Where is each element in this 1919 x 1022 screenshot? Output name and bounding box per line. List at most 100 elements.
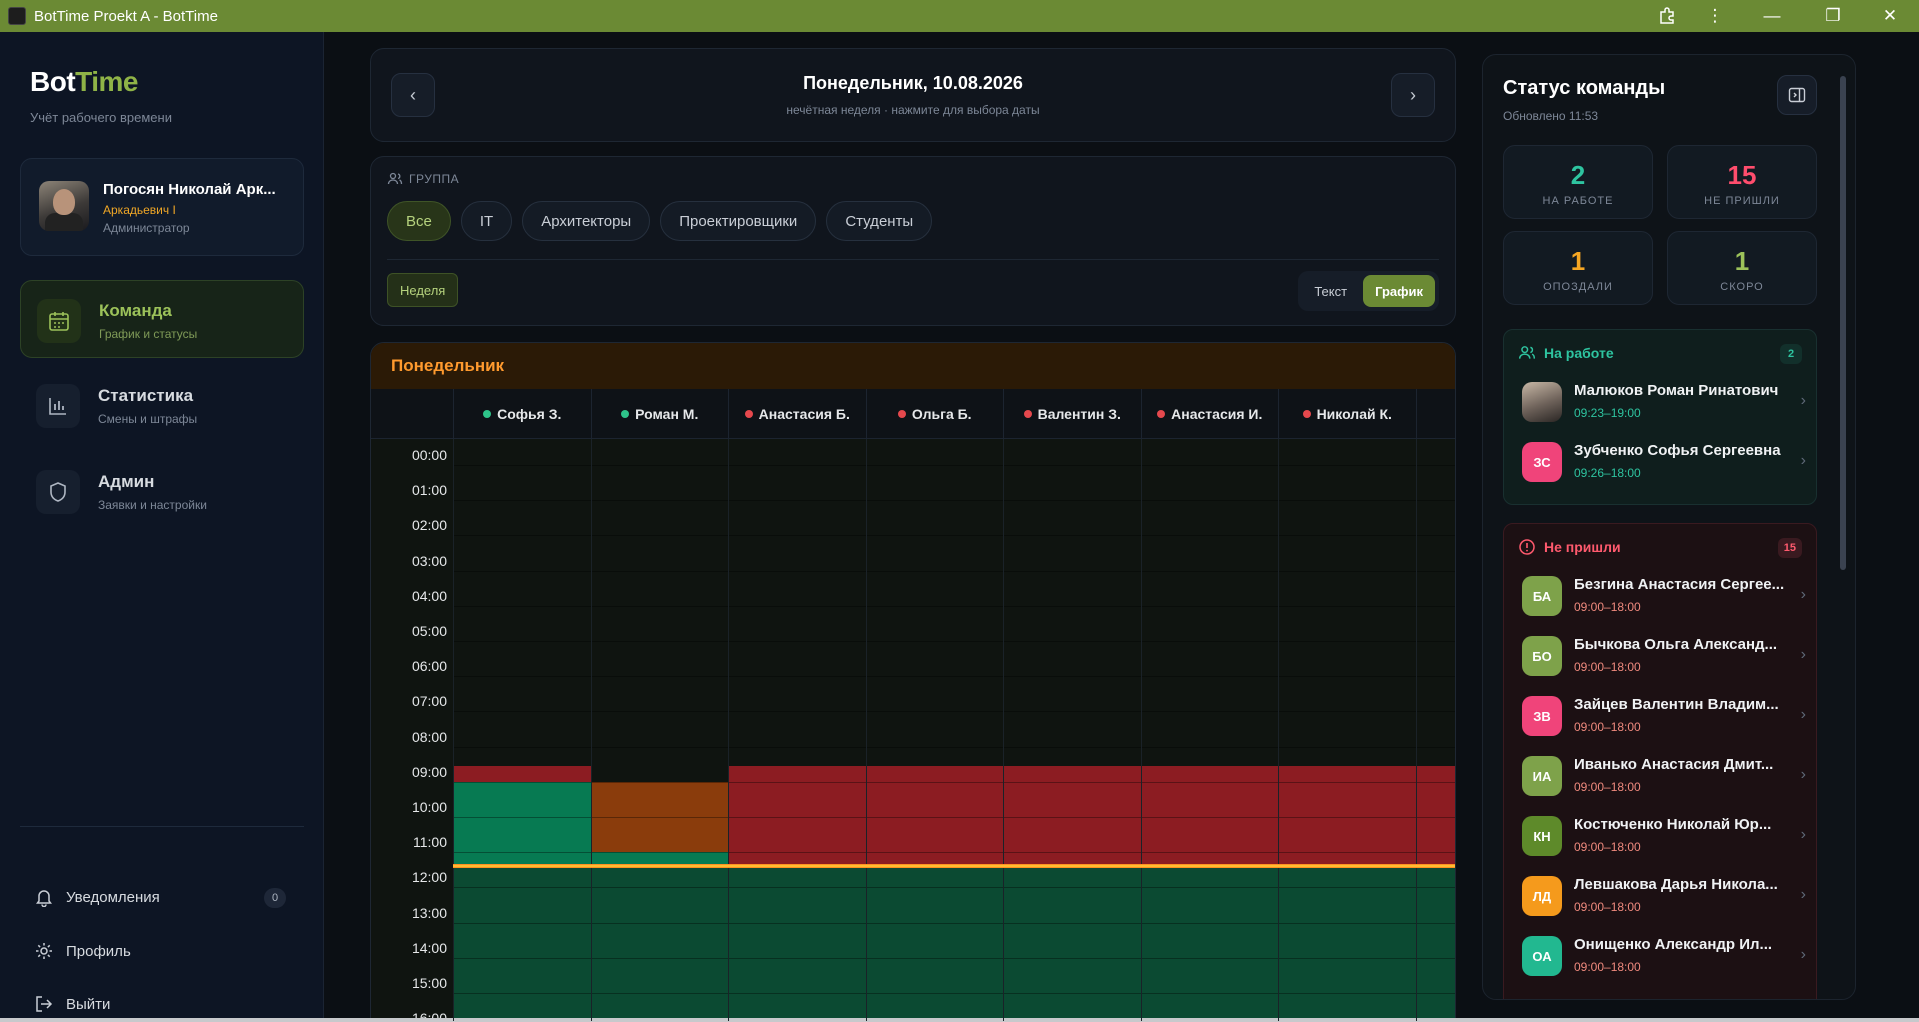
view-text-option[interactable]: Текст <box>1302 275 1359 307</box>
team-member-row[interactable]: БО Бычкова Ольга Александ... 09:00–18:00 › <box>1522 632 1812 680</box>
time-label: 15:00 <box>411 975 447 991</box>
user-role: Администратор <box>103 221 190 235</box>
group-chip-students[interactable]: Студенты <box>826 201 933 241</box>
stat-label: НЕ ПРИШЛИ <box>1704 195 1780 207</box>
group-chip-it[interactable]: IT <box>460 201 513 241</box>
notifications-label: Уведомления <box>66 888 160 906</box>
timeline-grid <box>453 439 1455 1021</box>
employee-column-header[interactable]: Роман М. <box>590 389 729 439</box>
team-member-row[interactable]: ЗВ Зайцев Валентин Владим... 09:00–18:00 › <box>1522 692 1812 740</box>
employee-column-header[interactable]: Ольга Б. <box>865 389 1004 439</box>
stat-number: 15 <box>1727 160 1757 190</box>
team-member-row[interactable]: ЗС Зубченко Софья Сергеевна 09:26–18:00 › <box>1522 438 1812 486</box>
close-button[interactable]: ✕ <box>1861 0 1919 32</box>
absent-count: 15 <box>1777 538 1802 558</box>
grid-hour-line <box>453 641 1455 642</box>
nav-item-statistics[interactable]: Статистика Смены и штрафы <box>20 366 304 444</box>
team-member-row[interactable]: ИА Иванько Анастасия Дмит... 09:00–18:00 › <box>1522 752 1812 800</box>
grid-column-line <box>453 439 454 1021</box>
bell-icon <box>36 890 52 907</box>
employee-name: Роман М. <box>635 406 699 422</box>
shift-block-planned[interactable] <box>865 866 1003 1021</box>
users-icon <box>387 172 403 185</box>
employee-name: Валентин З. <box>1037 406 1121 422</box>
employee-column-header[interactable]: Николай К. <box>1278 389 1416 439</box>
status-dot <box>897 410 906 418</box>
working-count: 2 <box>1780 344 1802 364</box>
team-member-row[interactable]: Малюков Роман Ринатович 09:23–19:00 › <box>1522 378 1812 426</box>
shift-block-planned[interactable] <box>1415 866 1455 1021</box>
next-day-button[interactable]: › <box>1391 73 1435 117</box>
shift-block-worked[interactable] <box>453 781 591 867</box>
chevron-right-icon: › <box>1800 706 1806 723</box>
employee-column-header[interactable]: Анастасия И. <box>1140 389 1279 439</box>
app-icon <box>8 7 26 25</box>
logout-link[interactable]: Выйти <box>34 989 110 1019</box>
chevron-right-icon: › <box>1800 826 1806 843</box>
time-label: 01:00 <box>411 482 447 499</box>
shift-block-planned[interactable] <box>728 866 866 1021</box>
employee-column-header[interactable]: Валентин З. <box>1003 389 1141 439</box>
nav-item-label: Команда <box>99 301 172 320</box>
more-menu-icon[interactable]: ⋮ <box>1691 0 1739 32</box>
stat-late[interactable]: 1 ОПОЗДАЛИ <box>1503 231 1653 305</box>
employee-column-header[interactable] <box>1415 389 1456 439</box>
shift-block-planned[interactable] <box>590 866 728 1021</box>
stat-absent[interactable]: 15 НЕ ПРИШЛИ <box>1667 145 1817 219</box>
notifications-count-badge: 0 <box>264 888 286 908</box>
stat-soon[interactable]: 1 СКОРО <box>1667 231 1817 305</box>
employee-name: Николай К. <box>1316 406 1392 422</box>
nav-item-team[interactable]: Команда График и статусы <box>20 280 304 358</box>
member-avatar: ЛД <box>1522 876 1562 916</box>
minimize-button[interactable]: — <box>1739 0 1805 32</box>
shift-block-planned[interactable] <box>1278 866 1416 1021</box>
notifications-link[interactable]: Уведомления <box>34 882 160 912</box>
grid-hour-line <box>453 957 1455 959</box>
team-member-row[interactable]: КН Костюченко Николай Юр... 09:00–18:00 › <box>1522 812 1812 860</box>
collapse-panel-button[interactable] <box>1777 75 1817 115</box>
member-shift-time: 09:00–18:00 <box>1574 600 1641 614</box>
date-hint[interactable]: нечётная неделя · нажмите для выбора дат… <box>371 103 1455 117</box>
extensions-icon[interactable] <box>1643 0 1691 32</box>
shift-block-planned[interactable] <box>1003 866 1141 1021</box>
user-avatar <box>39 181 89 231</box>
grid-hour-line <box>453 500 1455 502</box>
employee-name: Анастасия И. <box>1171 406 1263 422</box>
group-chip-all[interactable]: Все <box>387 201 451 241</box>
member-shift-time: 09:00–18:00 <box>1574 720 1641 734</box>
group-filter-panel: ГРУППА Все IT Архитекторы Проектировщики… <box>370 156 1456 326</box>
time-label: 11:00 <box>413 834 447 851</box>
stat-working[interactable]: 2 НА РАБОТЕ <box>1503 145 1653 219</box>
employee-column-header[interactable]: Софья З. <box>453 389 591 439</box>
profile-link[interactable]: Профиль <box>34 936 131 966</box>
group-chip-architects[interactable]: Архитекторы <box>522 201 651 241</box>
chevron-right-icon: › <box>1800 452 1806 469</box>
stat-number: 1 <box>1570 246 1586 276</box>
week-button[interactable]: Неделя <box>387 273 459 307</box>
member-avatar: КН <box>1522 816 1562 856</box>
stat-number: 2 <box>1570 160 1586 190</box>
member-avatar: ОА <box>1522 936 1562 976</box>
alert-circle-icon <box>1519 539 1535 555</box>
shift-block-planned[interactable] <box>1140 866 1278 1021</box>
user-card[interactable]: Погосян Николай Арк... Аркадьевич I Адми… <box>20 158 304 256</box>
maximize-button[interactable]: ❐ <box>1805 0 1861 32</box>
current-date[interactable]: Понедельник, 10.08.2026 <box>371 73 1455 94</box>
nav-item-admin[interactable]: Админ Заявки и настройки <box>20 452 304 530</box>
team-member-row[interactable]: ОА Онищенко Александр Ил... 09:00–18:00 › <box>1522 932 1812 980</box>
employee-column-header[interactable]: Анастасия Б. <box>728 389 866 439</box>
grid-hour-line <box>453 922 1455 924</box>
date-navigator: ‹ Понедельник, 10.08.2026 нечётная недел… <box>370 48 1456 142</box>
view-chart-option[interactable]: График <box>1363 275 1435 307</box>
time-label: 04:00 <box>411 587 447 604</box>
grid-hour-line <box>453 570 1455 572</box>
group-chip-designers[interactable]: Проектировщики <box>660 201 817 241</box>
shift-block-absent[interactable] <box>453 765 591 782</box>
grid-hour-line <box>453 817 1455 818</box>
calendar-icon <box>37 299 81 343</box>
team-member-row[interactable]: ЛД Левшакова Дарья Никола... 09:00–18:00 › <box>1522 872 1812 920</box>
shift-block-planned[interactable] <box>453 866 591 1021</box>
status-dot <box>1023 410 1032 418</box>
status-panel-scrollbar[interactable] <box>1840 76 1846 570</box>
team-member-row[interactable]: БА Безгина Анастасия Сергее... 09:00–18:00… <box>1522 572 1812 620</box>
